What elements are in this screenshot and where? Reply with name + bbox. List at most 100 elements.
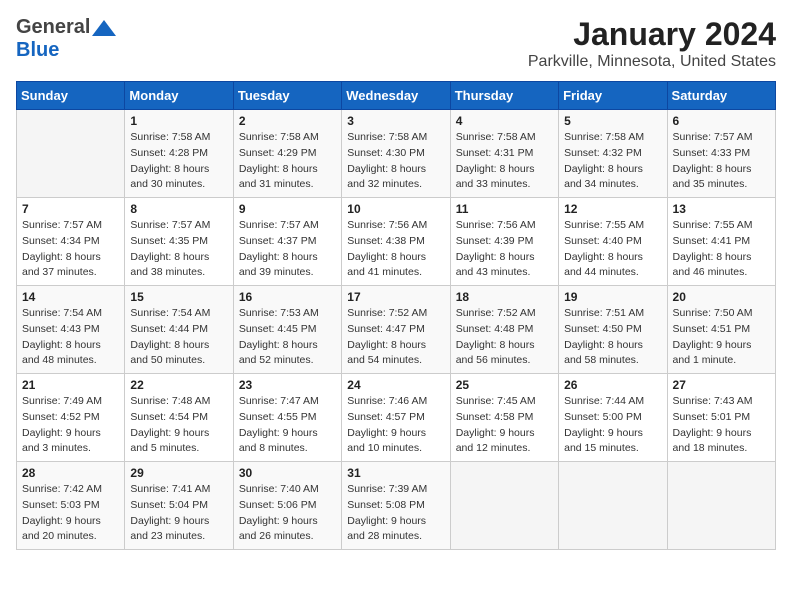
day-number: 5 [564,114,661,128]
day-info: Sunrise: 7:57 AM Sunset: 4:34 PM Dayligh… [22,218,119,281]
day-number: 24 [347,378,444,392]
day-info: Sunrise: 7:45 AM Sunset: 4:58 PM Dayligh… [456,394,553,457]
day-info: Sunrise: 7:54 AM Sunset: 4:43 PM Dayligh… [22,306,119,369]
calendar-cell: 18Sunrise: 7:52 AM Sunset: 4:48 PM Dayli… [450,286,558,374]
calendar-cell: 6Sunrise: 7:57 AM Sunset: 4:33 PM Daylig… [667,110,775,198]
logo-blue: Blue [16,39,118,62]
day-number: 9 [239,202,336,216]
weekday-header-friday: Friday [559,82,667,110]
day-info: Sunrise: 7:51 AM Sunset: 4:50 PM Dayligh… [564,306,661,369]
day-info: Sunrise: 7:55 AM Sunset: 4:41 PM Dayligh… [673,218,770,281]
day-number: 31 [347,466,444,480]
day-info: Sunrise: 7:56 AM Sunset: 4:39 PM Dayligh… [456,218,553,281]
weekday-header-saturday: Saturday [667,82,775,110]
day-info: Sunrise: 7:57 AM Sunset: 4:37 PM Dayligh… [239,218,336,281]
calendar-cell: 12 Sunrise: 7:55 AM Sunset: 4:40 PM Dayli… [559,198,667,286]
calendar-cell: 16 Sunrise: 7:53 AM Sunset: 4:45 PM Dayli… [233,286,341,374]
calendar-cell [17,110,125,198]
day-number: 16 [239,290,336,304]
calendar-cell: 2 Sunrise: 7:58 AM Sunset: 4:29 PM Daylig… [233,110,341,198]
calendar-cell: 22Sunrise: 7:48 AM Sunset: 4:54 PM Dayli… [125,374,233,462]
day-info: Sunrise: 7:42 AM Sunset: 5:03 PM Dayligh… [22,482,119,545]
weekday-header-wednesday: Wednesday [342,82,450,110]
day-info: Sunrise: 7:53 AM Sunset: 4:45 PM Dayligh… [239,306,336,369]
calendar-cell: 31Sunrise: 7:39 AM Sunset: 5:08 PM Dayli… [342,462,450,550]
calendar-cell: 17 Sunrise: 7:52 AM Sunset: 4:47 PM Dayli… [342,286,450,374]
day-info: Sunrise: 7:58 AM Sunset: 4:29 PM Dayligh… [239,130,336,193]
calendar-subtitle: Parkville, Minnesota, United States [528,53,776,71]
calendar-cell: 10 Sunrise: 7:56 AM Sunset: 4:38 PM Dayli… [342,198,450,286]
day-info: Sunrise: 7:50 AM Sunset: 4:51 PM Dayligh… [673,306,770,369]
day-info: Sunrise: 7:52 AM Sunset: 4:48 PM Dayligh… [456,306,553,369]
day-number: 20 [673,290,770,304]
day-info: Sunrise: 7:55 AM Sunset: 4:40 PM Dayligh… [564,218,661,281]
calendar-cell: 28 Sunrise: 7:42 AM Sunset: 5:03 PM Dayli… [17,462,125,550]
logo-general: General [16,16,90,38]
calendar-cell: 5 Sunrise: 7:58 AM Sunset: 4:32 PM Daylig… [559,110,667,198]
calendar-cell: 8Sunrise: 7:57 AM Sunset: 4:35 PM Daylig… [125,198,233,286]
day-info: Sunrise: 7:58 AM Sunset: 4:28 PM Dayligh… [130,130,227,193]
day-number: 26 [564,378,661,392]
calendar-week-row: 7 Sunrise: 7:57 AM Sunset: 4:34 PM Daylig… [17,198,776,286]
day-number: 12 [564,202,661,216]
calendar-cell: 20 Sunrise: 7:50 AM Sunset: 4:51 PM Dayli… [667,286,775,374]
day-info: Sunrise: 7:43 AM Sunset: 5:01 PM Dayligh… [673,394,770,457]
calendar-cell: 11 Sunrise: 7:56 AM Sunset: 4:39 PM Dayli… [450,198,558,286]
calendar-week-row: 21 Sunrise: 7:49 AM Sunset: 4:52 PM Dayli… [17,374,776,462]
calendar-cell: 1 Sunrise: 7:58 AM Sunset: 4:28 PM Daylig… [125,110,233,198]
day-info: Sunrise: 7:52 AM Sunset: 4:47 PM Dayligh… [347,306,444,369]
calendar-title: January 2024 [528,16,776,53]
day-info: Sunrise: 7:58 AM Sunset: 4:31 PM Dayligh… [456,130,553,193]
day-number: 13 [673,202,770,216]
day-info: Sunrise: 7:40 AM Sunset: 5:06 PM Dayligh… [239,482,336,545]
day-number: 28 [22,466,119,480]
day-number: 30 [239,466,336,480]
day-info: Sunrise: 7:54 AM Sunset: 4:44 PM Dayligh… [130,306,227,369]
day-number: 22 [130,378,227,392]
calendar-cell [667,462,775,550]
day-number: 8 [130,202,227,216]
day-number: 29 [130,466,227,480]
calendar-table: SundayMondayTuesdayWednesdayThursdayFrid… [16,81,776,550]
day-number: 27 [673,378,770,392]
day-number: 17 [347,290,444,304]
calendar-cell: 30 Sunrise: 7:40 AM Sunset: 5:06 PM Dayli… [233,462,341,550]
day-number: 15 [130,290,227,304]
day-number: 1 [130,114,227,128]
calendar-week-row: 14 Sunrise: 7:54 AM Sunset: 4:43 PM Dayli… [17,286,776,374]
weekday-header-row: SundayMondayTuesdayWednesdayThursdayFrid… [17,82,776,110]
day-info: Sunrise: 7:56 AM Sunset: 4:38 PM Dayligh… [347,218,444,281]
calendar-cell: 24 Sunrise: 7:46 AM Sunset: 4:57 PM Dayli… [342,374,450,462]
calendar-cell: 25Sunrise: 7:45 AM Sunset: 4:58 PM Dayli… [450,374,558,462]
day-number: 10 [347,202,444,216]
day-number: 3 [347,114,444,128]
day-number: 7 [22,202,119,216]
day-number: 14 [22,290,119,304]
calendar-cell: 27 Sunrise: 7:43 AM Sunset: 5:01 PM Dayli… [667,374,775,462]
weekday-header-monday: Monday [125,82,233,110]
day-info: Sunrise: 7:49 AM Sunset: 4:52 PM Dayligh… [22,394,119,457]
day-info: Sunrise: 7:58 AM Sunset: 4:32 PM Dayligh… [564,130,661,193]
calendar-cell: 29Sunrise: 7:41 AM Sunset: 5:04 PM Dayli… [125,462,233,550]
day-info: Sunrise: 7:46 AM Sunset: 4:57 PM Dayligh… [347,394,444,457]
day-info: Sunrise: 7:58 AM Sunset: 4:30 PM Dayligh… [347,130,444,193]
day-number: 19 [564,290,661,304]
weekday-header-thursday: Thursday [450,82,558,110]
calendar-cell: 21 Sunrise: 7:49 AM Sunset: 4:52 PM Dayli… [17,374,125,462]
calendar-week-row: 28 Sunrise: 7:42 AM Sunset: 5:03 PM Dayli… [17,462,776,550]
calendar-cell: 19 Sunrise: 7:51 AM Sunset: 4:50 PM Dayli… [559,286,667,374]
calendar-cell: 4 Sunrise: 7:58 AM Sunset: 4:31 PM Daylig… [450,110,558,198]
calendar-cell [559,462,667,550]
calendar-cell [450,462,558,550]
day-number: 2 [239,114,336,128]
calendar-week-row: 1 Sunrise: 7:58 AM Sunset: 4:28 PM Daylig… [17,110,776,198]
day-info: Sunrise: 7:57 AM Sunset: 4:33 PM Dayligh… [673,130,770,193]
day-number: 21 [22,378,119,392]
day-info: Sunrise: 7:44 AM Sunset: 5:00 PM Dayligh… [564,394,661,457]
calendar-cell: 7 Sunrise: 7:57 AM Sunset: 4:34 PM Daylig… [17,198,125,286]
day-number: 4 [456,114,553,128]
calendar-cell: 13 Sunrise: 7:55 AM Sunset: 4:41 PM Dayli… [667,198,775,286]
logo: General Blue [16,16,118,62]
day-number: 11 [456,202,553,216]
calendar-cell: 9 Sunrise: 7:57 AM Sunset: 4:37 PM Daylig… [233,198,341,286]
